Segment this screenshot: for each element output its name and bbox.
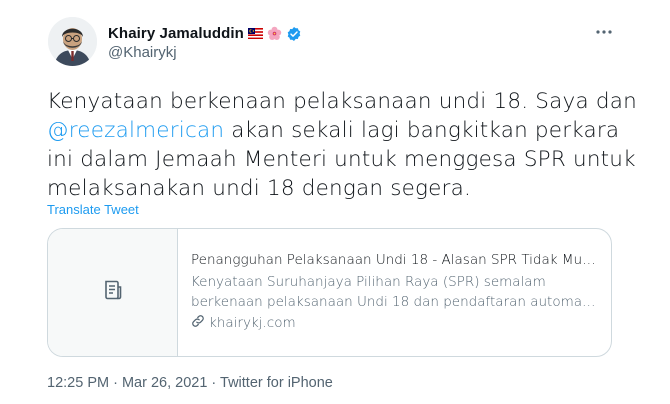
tweet-text: Kenyataan berkenaan pelaksanaan undi 18.… xyxy=(47,87,637,203)
link-card-description-line: Kenyataan Suruhanjaya Pilihan Raya (SPR)… xyxy=(191,274,546,290)
avatar[interactable] xyxy=(48,17,97,66)
author-name[interactable]: Khairy Jamaluddin xyxy=(108,25,244,42)
link-card-description-line: berkenaan pelaksanaan Undi 18 dan pendaf… xyxy=(191,294,596,310)
link-card[interactable]: Penangguhan Pelaksanaan Undi 18 - Alasan… xyxy=(47,228,612,357)
link-icon xyxy=(191,314,205,332)
document-icon xyxy=(101,278,125,307)
hibiscus-icon xyxy=(267,26,282,41)
avatar-illustration xyxy=(48,17,97,66)
tweet-timestamp[interactable]: 12:25 PM · Mar 26, 2021 · Twitter for iP… xyxy=(47,375,333,391)
link-card-domain: khairykj.com xyxy=(191,314,611,332)
mention-link[interactable]: @reezalmerican xyxy=(47,118,224,143)
link-card-title: Penangguhan Pelaksanaan Undi 18 - Alasan… xyxy=(191,252,596,268)
author-name-row[interactable]: Khairy Jamaluddin xyxy=(108,23,301,43)
translate-tweet-link[interactable]: Translate Tweet xyxy=(47,202,139,217)
malaysia-flag-icon xyxy=(247,26,263,41)
link-card-domain-text: khairykj.com xyxy=(209,315,296,331)
link-card-thumbnail xyxy=(48,229,178,356)
author-handle[interactable]: @Khairykj xyxy=(108,44,177,61)
link-card-description: Kenyataan Suruhanjaya Pilihan Raya (SPR)… xyxy=(191,272,596,312)
verified-badge-icon xyxy=(286,26,301,41)
tweet-text-before: Kenyataan berkenaan pelaksanaan undi 18.… xyxy=(47,89,637,114)
tweet: Khairy Jamaluddin @Khairykj Kenyataan be… xyxy=(0,0,670,404)
link-card-body: Penangguhan Pelaksanaan Undi 18 - Alasan… xyxy=(178,229,611,356)
more-options-icon[interactable] xyxy=(593,22,615,42)
